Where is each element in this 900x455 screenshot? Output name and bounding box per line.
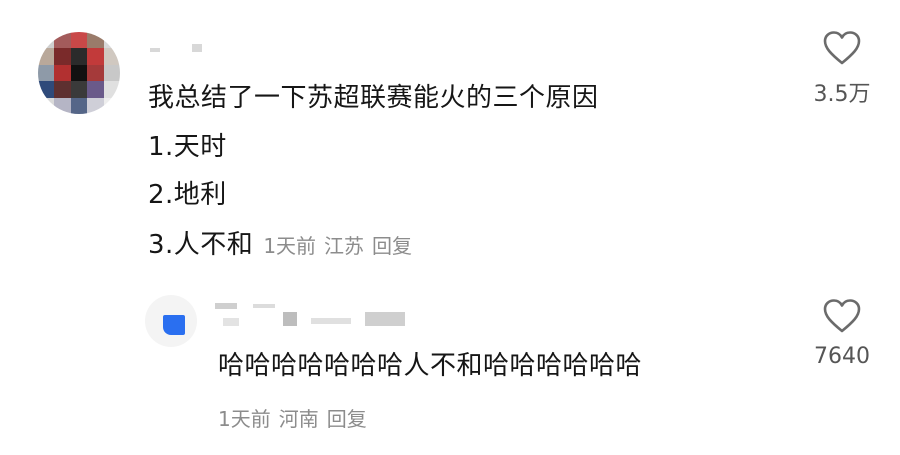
comment-last-line: 3.人不和 [148,230,254,260]
reply-username-blurred[interactable] [215,300,405,330]
heart-outline-icon[interactable] [822,298,862,334]
comment-text-line-3: 2.地利 [148,180,227,210]
comment-reply-button[interactable]: 回复 [372,234,412,258]
comment-text-line-4: 3.人不和 1天前 江苏 回复 [148,228,412,263]
reply-meta: 1天前 河南 回复 [218,403,367,432]
avatar[interactable] [38,32,120,114]
comment-text-line-1: 我总结了一下苏超联赛能火的三个原因 [148,83,599,113]
comment-like-count: 3.5万 [813,82,871,107]
reply-time: 1天前 [218,407,271,431]
reply-like-group[interactable]: 7640 [802,298,882,369]
heart-outline-icon[interactable] [822,30,862,66]
reply-text: 哈哈哈哈哈哈哈人不和哈哈哈哈哈哈 [218,351,643,381]
username-blurred[interactable] [150,44,210,52]
comment-time: 1天前 [263,234,317,258]
comment-location: 江苏 [324,234,365,258]
reply-avatar-mark [163,315,185,335]
reply-reply-button[interactable]: 回复 [327,407,367,431]
comment-meta: 1天前 江苏 回复 [263,234,412,258]
reply-like-count: 7640 [814,344,870,369]
reply-location: 河南 [278,407,319,431]
comment-like-group[interactable]: 3.5万 [802,30,882,108]
reply-avatar[interactable] [145,295,197,347]
comment-text-line-2: 1.天时 [148,132,227,162]
